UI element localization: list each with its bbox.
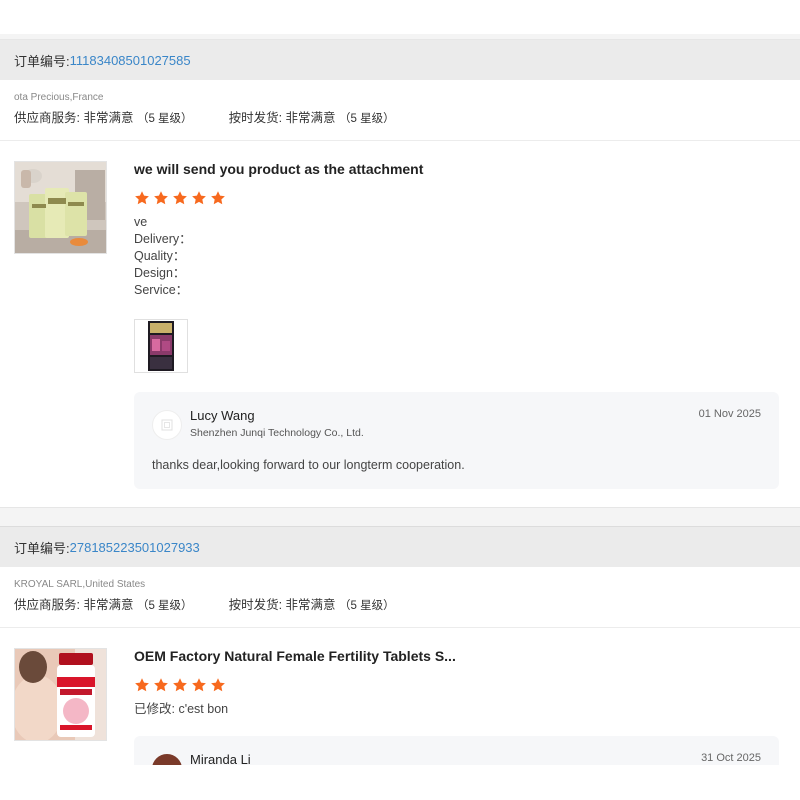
on-time-shipping-value: 非常满意 bbox=[285, 111, 336, 125]
star-icon bbox=[211, 678, 225, 692]
supplier-service-rating: 供应商服务: 非常满意 （5 星级） bbox=[14, 109, 193, 128]
avatar bbox=[152, 410, 182, 440]
avatar bbox=[152, 754, 182, 765]
reply-author: Lucy Wang Shenzhen Junqi Technology Co.,… bbox=[190, 408, 364, 440]
reply-author: Miranda Li bbox=[190, 752, 251, 765]
order-review-card: 订单编号: 278185223501027933 KROYAL SARL,Uni… bbox=[0, 527, 800, 765]
attachment-image bbox=[148, 321, 174, 371]
reply-author-name: Miranda Li bbox=[190, 752, 251, 765]
on-time-shipping-score: （5 星级） bbox=[339, 113, 395, 125]
review-content: c'est bon bbox=[178, 702, 229, 716]
bottom-blank-area bbox=[0, 765, 800, 800]
review-main: we will send you product as the attachme… bbox=[134, 161, 786, 489]
reply-text: thanks dear,looking forward to our longt… bbox=[152, 458, 465, 472]
on-time-shipping-label: 按时发货: bbox=[228, 598, 283, 612]
supplier-service-score: （5 星级） bbox=[136, 600, 193, 612]
reply-date: 01 Nov 2025 bbox=[698, 408, 761, 420]
star-icon bbox=[211, 191, 225, 205]
review-line: ve bbox=[134, 215, 148, 229]
buyer-name: ota Precious,France bbox=[14, 92, 104, 103]
review-main: OEM Factory Natural Female Fertility Tab… bbox=[134, 648, 786, 765]
on-time-shipping-value: 非常满意 bbox=[285, 598, 336, 612]
on-time-shipping-label: 按时发货: bbox=[228, 111, 283, 125]
seller-reply: Lucy Wang Shenzhen Junqi Technology Co.,… bbox=[134, 392, 779, 489]
order-number-label: 订单编号: bbox=[14, 540, 70, 556]
product-thumbnail[interactable] bbox=[14, 648, 107, 741]
review-line-delivery: Delivery： bbox=[134, 232, 192, 246]
reply-date: 31 Oct 2025 bbox=[701, 752, 761, 764]
reviews-viewport: 订单编号: 11183408501027585 ota Precious,Fra… bbox=[0, 0, 800, 765]
review-body: we will send you product as the attachme… bbox=[0, 141, 800, 507]
buyer-info: KROYAL SARL,United States 供应商服务: 非常满意 （5… bbox=[0, 567, 800, 628]
star-icon bbox=[154, 191, 168, 205]
review-body: OEM Factory Natural Female Fertility Tab… bbox=[0, 628, 800, 765]
seller-reply: Miranda Li 31 Oct 2025 bbox=[134, 736, 779, 765]
review-text: 已修改: c'est bon bbox=[134, 701, 786, 718]
product-title[interactable]: we will send you product as the attachme… bbox=[134, 161, 786, 177]
order-review-card: 订单编号: 11183408501027585 ota Precious,Fra… bbox=[0, 40, 800, 507]
review-text: ve Delivery： Quality： Design： Service： bbox=[134, 214, 786, 299]
reply-header: Miranda Li bbox=[152, 752, 761, 765]
review-attachment-thumbnail[interactable] bbox=[134, 319, 188, 373]
order-header: 订单编号: 278185223501027933 bbox=[0, 527, 800, 567]
star-rating bbox=[134, 677, 786, 694]
supplier-service-rating: 供应商服务: 非常满意 （5 星级） bbox=[14, 596, 193, 615]
review-line-service: Service： bbox=[134, 283, 189, 297]
star-icon bbox=[192, 678, 206, 692]
product-image-pouches bbox=[15, 162, 106, 253]
reply-header: Lucy Wang Shenzhen Junqi Technology Co.,… bbox=[152, 408, 761, 440]
supplier-service-label: 供应商服务: bbox=[14, 111, 80, 125]
order-header: 订单编号: 11183408501027585 bbox=[0, 40, 800, 80]
product-thumbnail[interactable] bbox=[14, 161, 107, 254]
product-image-fertility-bottle bbox=[15, 649, 106, 740]
supplier-service-label: 供应商服务: bbox=[14, 598, 80, 612]
reply-company-name: Shenzhen Junqi Technology Co., Ltd. bbox=[190, 427, 364, 439]
on-time-shipping-rating: 按时发货: 非常满意 （5 星级） bbox=[229, 596, 395, 615]
review-edited-label: 已修改: bbox=[134, 702, 175, 716]
section-divider bbox=[0, 507, 800, 527]
order-number-link[interactable]: 278185223501027933 bbox=[70, 540, 200, 555]
reply-author-name: Lucy Wang bbox=[190, 408, 255, 423]
review-line-design: Design： bbox=[134, 266, 186, 280]
star-icon bbox=[173, 678, 187, 692]
supplier-service-value: 非常满意 bbox=[83, 111, 134, 125]
on-time-shipping-rating: 按时发货: 非常满意 （5 星级） bbox=[229, 109, 395, 128]
star-icon bbox=[135, 191, 149, 205]
star-icon bbox=[173, 191, 187, 205]
on-time-shipping-score: （5 星级） bbox=[339, 600, 395, 612]
supplier-service-score: （5 星级） bbox=[136, 113, 193, 125]
ratings-row: 供应商服务: 非常满意 （5 星级） 按时发货: 非常满意 （5 星级） bbox=[14, 109, 786, 128]
ratings-row: 供应商服务: 非常满意 （5 星级） 按时发货: 非常满意 （5 星级） bbox=[14, 596, 786, 615]
order-number-link[interactable]: 11183408501027585 bbox=[70, 53, 191, 68]
store-icon bbox=[161, 419, 173, 431]
star-rating bbox=[134, 190, 786, 207]
star-icon bbox=[192, 191, 206, 205]
buyer-info: ota Precious,France 供应商服务: 非常满意 （5 星级） 按… bbox=[0, 80, 800, 141]
supplier-service-value: 非常满意 bbox=[83, 598, 134, 612]
star-icon bbox=[135, 678, 149, 692]
order-number-label: 订单编号: bbox=[14, 53, 70, 69]
star-icon bbox=[154, 678, 168, 692]
review-line-quality: Quality： bbox=[134, 249, 186, 263]
product-title[interactable]: OEM Factory Natural Female Fertility Tab… bbox=[134, 648, 786, 664]
top-blank-area bbox=[0, 0, 800, 34]
buyer-name: KROYAL SARL,United States bbox=[14, 579, 146, 590]
